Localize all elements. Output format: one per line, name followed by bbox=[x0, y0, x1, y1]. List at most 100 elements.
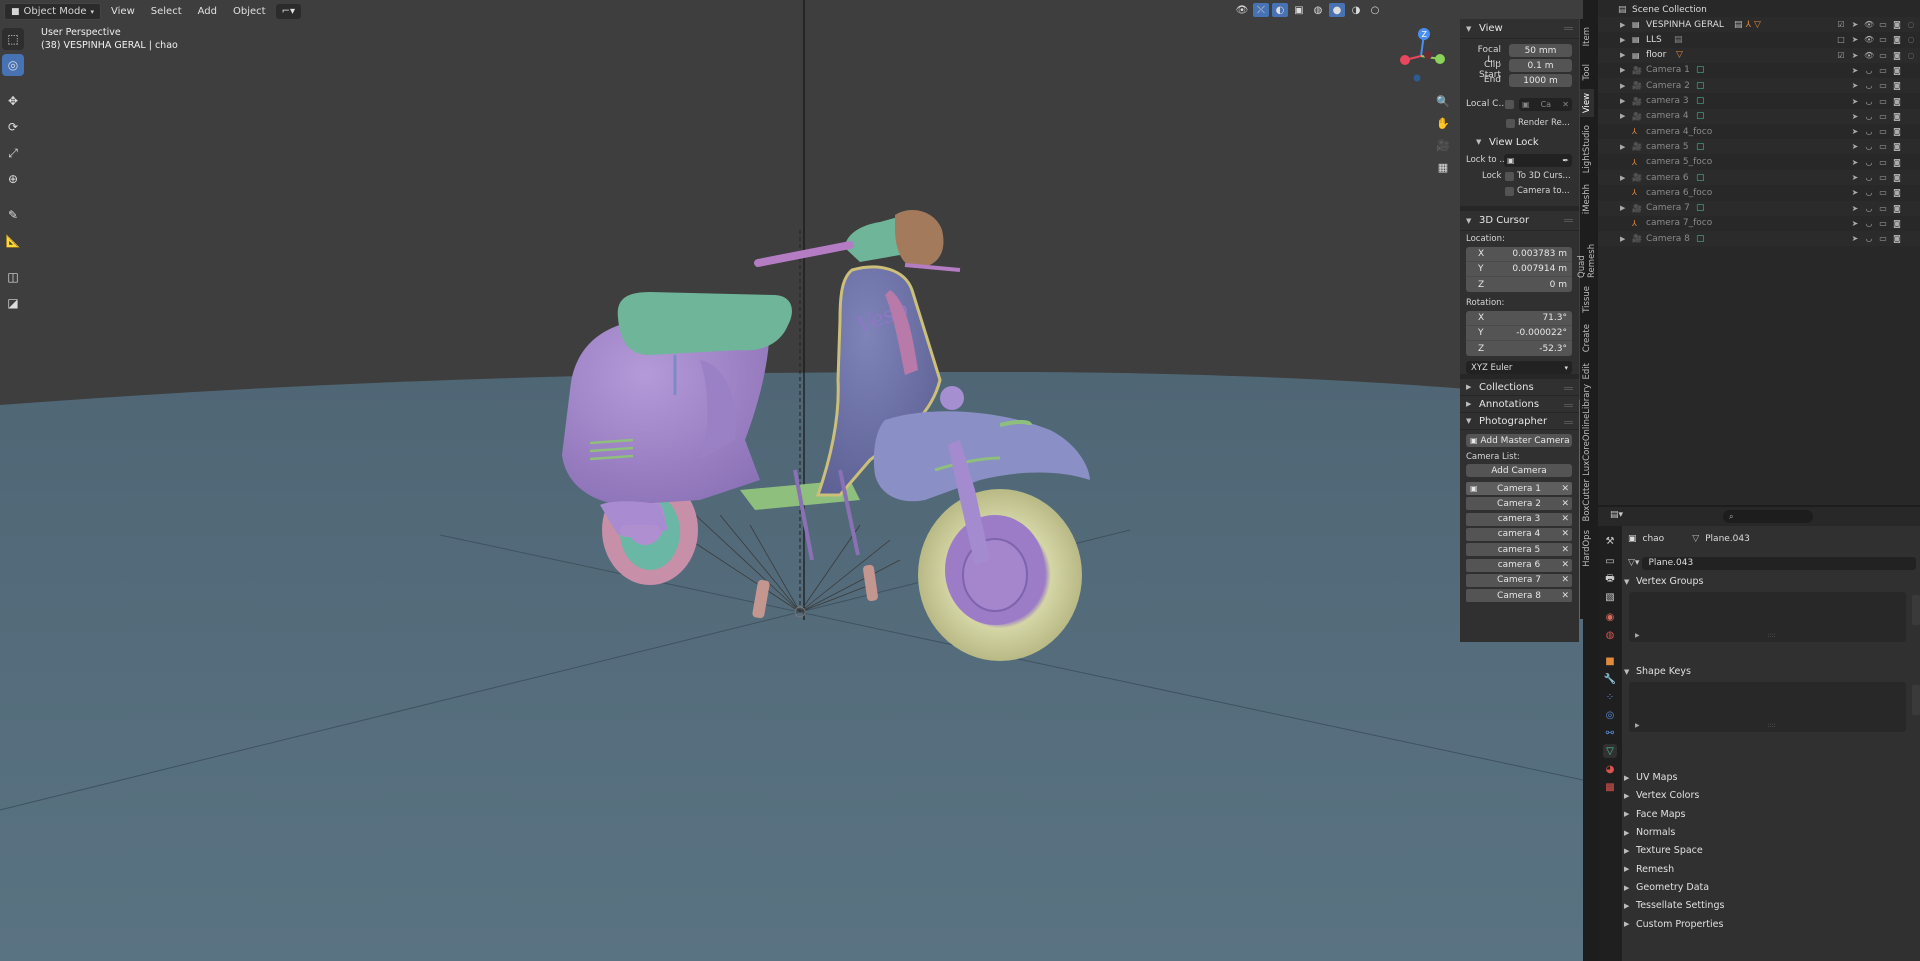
sidebar-tab[interactable]: View bbox=[1580, 89, 1594, 117]
selectable-icon[interactable]: ➤ bbox=[1850, 173, 1860, 182]
outliner-row[interactable]: ▶ 🎥 Camera 7 ▢ ➤ ◡ ▭ ◙ bbox=[1598, 200, 1920, 216]
outliner-row[interactable]: ⅄ camera 7_foco ➤ ◡ ▭ ◙ bbox=[1598, 216, 1920, 231]
properties-section-header[interactable]: ▶ Texture Space bbox=[1624, 845, 1914, 856]
remove-camera-icon[interactable]: ✕ bbox=[1561, 514, 1569, 524]
holdout-icon[interactable] bbox=[1906, 142, 1916, 151]
sidebar-tab[interactable]: Edit bbox=[1580, 359, 1594, 383]
disable-viewport-icon[interactable]: ▭ bbox=[1878, 173, 1888, 182]
disable-render-icon[interactable]: ◙ bbox=[1892, 81, 1902, 90]
selectable-icon[interactable]: ➤ bbox=[1850, 97, 1860, 106]
disable-viewport-icon[interactable]: ▭ bbox=[1878, 127, 1888, 136]
transform-tool-icon[interactable]: ⊕ bbox=[2, 168, 24, 190]
shading-rendered-icon[interactable]: ○ bbox=[1367, 3, 1383, 17]
hide-in-viewport-icon[interactable]: ◡ bbox=[1864, 204, 1874, 213]
zoom-icon[interactable]: 🔍 bbox=[1434, 92, 1452, 110]
hide-in-viewport-icon[interactable]: ◡ bbox=[1864, 127, 1874, 136]
disable-render-icon[interactable]: ◙ bbox=[1892, 20, 1902, 29]
breadcrumb-mesh[interactable]: Plane.043 bbox=[1705, 534, 1750, 544]
selectable-icon[interactable]: ➤ bbox=[1850, 112, 1860, 121]
outliner-row[interactable]: ▶ 🎥 camera 6 ▢ ➤ ◡ ▭ ◙ bbox=[1598, 170, 1920, 185]
disable-viewport-icon[interactable]: ▭ bbox=[1878, 158, 1888, 167]
holdout-icon[interactable] bbox=[1906, 66, 1916, 75]
viewport-scene[interactable]: Vesp bbox=[0, 0, 1583, 961]
disable-viewport-icon[interactable]: ▭ bbox=[1878, 20, 1888, 29]
eyedropper-icon[interactable]: ✒ bbox=[1562, 156, 1569, 165]
shading-material-icon[interactable]: ◑ bbox=[1348, 3, 1364, 17]
panel-header-3d-cursor[interactable]: ▼ 3D Cursor bbox=[1460, 211, 1579, 231]
scene-properties-icon[interactable]: ◉ bbox=[1603, 610, 1617, 624]
vertex-group-side-buttons[interactable] bbox=[1912, 595, 1920, 625]
physics-icon[interactable]: ◎ bbox=[1603, 708, 1617, 722]
exclude-checkbox-icon[interactable] bbox=[1836, 66, 1846, 75]
exclude-checkbox-icon[interactable]: ☑ bbox=[1836, 20, 1846, 29]
sidebar-tab[interactable]: Tissue bbox=[1580, 281, 1594, 317]
disable-render-icon[interactable]: ◙ bbox=[1892, 127, 1902, 136]
hide-in-viewport-icon[interactable]: ◡ bbox=[1864, 66, 1874, 75]
sidebar-tab[interactable]: Quad Remesh bbox=[1577, 220, 1597, 278]
properties-section-header[interactable]: ▶ Geometry Data bbox=[1624, 882, 1914, 893]
outliner-scene-collection[interactable]: ▤ Scene Collection bbox=[1598, 2, 1920, 17]
holdout-icon[interactable] bbox=[1906, 204, 1916, 213]
add-camera-button[interactable]: Add Camera bbox=[1466, 464, 1572, 477]
hide-in-viewport-icon[interactable]: ◡ bbox=[1864, 173, 1874, 182]
outliner-row[interactable]: ▶ 🎥 Camera 8 ▢ ➤ ◡ ▭ ◙ bbox=[1598, 231, 1920, 247]
holdout-icon[interactable] bbox=[1906, 234, 1916, 243]
visibility-icon[interactable]: 👁 bbox=[1234, 3, 1250, 17]
shape-keys-header[interactable]: ▼ Shape Keys bbox=[1624, 666, 1914, 677]
particles-icon[interactable]: ⁘ bbox=[1603, 690, 1617, 704]
mesh-browse-icon[interactable]: ▽▾ bbox=[1628, 558, 1639, 568]
camera-list-item[interactable]: camera 5 ✕ bbox=[1466, 543, 1572, 557]
panel-header-collections[interactable]: ▶ Collections bbox=[1460, 379, 1579, 396]
breadcrumb-object[interactable]: chao bbox=[1643, 534, 1665, 544]
holdout-icon[interactable] bbox=[1906, 97, 1916, 106]
disable-render-icon[interactable]: ◙ bbox=[1892, 66, 1902, 75]
rotation-mode-dropdown[interactable]: XYZ Euler ▾ bbox=[1466, 361, 1572, 374]
panel-header-photographer[interactable]: ▼ Photographer bbox=[1460, 413, 1579, 430]
measure-tool-icon[interactable]: 📐 bbox=[2, 230, 24, 252]
holdout-icon[interactable]: ○ bbox=[1906, 20, 1916, 29]
holdout-icon[interactable]: ○ bbox=[1906, 35, 1916, 44]
properties-section-header[interactable]: ▶ Custom Properties bbox=[1624, 919, 1914, 930]
panel-header-annotations[interactable]: ▶ Annotations bbox=[1460, 396, 1579, 413]
clip-start-field[interactable]: 0.1 m bbox=[1509, 59, 1572, 72]
mode-selector[interactable]: ■ Object Mode ▾ bbox=[4, 3, 102, 20]
world-properties-icon[interactable]: ◍ bbox=[1603, 628, 1617, 642]
render-region-checkbox[interactable] bbox=[1506, 119, 1515, 128]
modifier-properties-icon[interactable]: 🔧 bbox=[1603, 672, 1617, 686]
camera-list-item[interactable]: ▣ Camera 1 ✕ bbox=[1466, 482, 1572, 495]
move-tool-icon[interactable]: ✥ bbox=[2, 90, 24, 112]
outliner-row[interactable]: ⅄ camera 6_foco ➤ ◡ ▭ ◙ bbox=[1598, 185, 1920, 200]
holdout-icon[interactable]: ○ bbox=[1906, 51, 1916, 60]
exclude-checkbox-icon[interactable] bbox=[1836, 142, 1846, 151]
hide-in-viewport-icon[interactable]: ◡ bbox=[1864, 219, 1874, 228]
camera-list-item[interactable]: Camera 8 ✕ bbox=[1466, 589, 1572, 603]
lock-3d-cursor-checkbox[interactable] bbox=[1505, 172, 1514, 181]
disable-viewport-icon[interactable]: ▭ bbox=[1878, 51, 1888, 60]
properties-search[interactable]: ⌕ bbox=[1723, 510, 1813, 523]
shading-solid-icon[interactable]: ● bbox=[1329, 3, 1345, 17]
camera-list-item[interactable]: Camera 7 ✕ bbox=[1466, 573, 1572, 587]
properties-section-header[interactable]: ▶ Vertex Colors bbox=[1624, 790, 1914, 801]
holdout-icon[interactable] bbox=[1906, 81, 1916, 90]
disable-viewport-icon[interactable]: ▭ bbox=[1878, 66, 1888, 75]
exclude-checkbox-icon[interactable] bbox=[1836, 127, 1846, 136]
clear-icon[interactable]: ✕ bbox=[1562, 100, 1569, 109]
menu-view[interactable]: View bbox=[105, 4, 141, 19]
disable-viewport-icon[interactable]: ▭ bbox=[1878, 112, 1888, 121]
outliner-row[interactable]: ▶ 🎥 Camera 2 ▢ ➤ ◡ ▭ ◙ bbox=[1598, 78, 1920, 94]
gizmo-toggle-icon[interactable]: ⤬ bbox=[1253, 3, 1269, 17]
disable-viewport-icon[interactable]: ▭ bbox=[1878, 204, 1888, 213]
rotate-tool-icon[interactable]: ⟳ bbox=[2, 116, 24, 138]
exclude-checkbox-icon[interactable] bbox=[1836, 112, 1846, 121]
expand-icon[interactable]: ▶ bbox=[1620, 112, 1625, 120]
selectable-icon[interactable]: ➤ bbox=[1850, 127, 1860, 136]
sidebar-tab[interactable]: LuxCoreOnlineLibrary bbox=[1580, 384, 1594, 476]
outliner-row[interactable]: ⅄ camera 4_foco ➤ ◡ ▭ ◙ bbox=[1598, 124, 1920, 139]
annotate-tool-icon[interactable]: ✎ bbox=[2, 204, 24, 226]
outliner-row[interactable]: ⅄ camera 5_foco ➤ ◡ ▭ ◙ bbox=[1598, 155, 1920, 170]
hide-in-viewport-icon[interactable]: ◡ bbox=[1864, 158, 1874, 167]
editor-type-icon[interactable]: ▤▾ bbox=[1610, 510, 1623, 520]
disable-viewport-icon[interactable]: ▭ bbox=[1878, 97, 1888, 106]
sidebar-tab[interactable]: HardOps bbox=[1580, 526, 1594, 570]
exclude-checkbox-icon[interactable]: □ bbox=[1836, 35, 1846, 44]
